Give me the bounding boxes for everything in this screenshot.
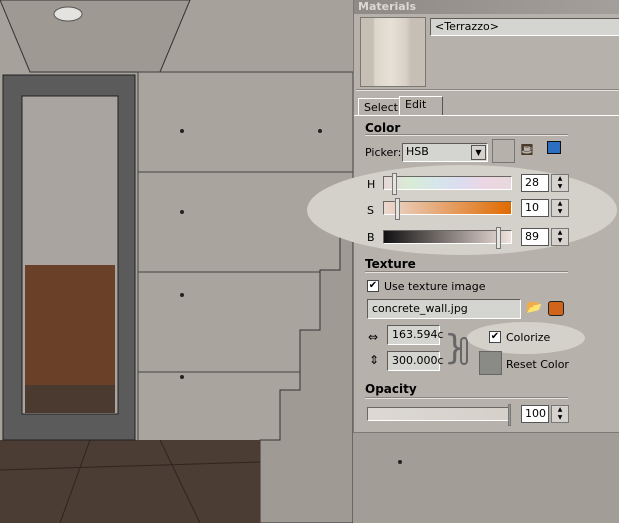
brightness-slider[interactable] <box>383 227 512 249</box>
colorize-checkbox[interactable]: ✔ <box>489 331 501 343</box>
hue-label: H <box>367 178 376 191</box>
hue-spinner[interactable]: ▲ ▼ <box>551 174 569 192</box>
brightness-spinner[interactable]: ▲ ▼ <box>551 228 569 246</box>
hue-slider[interactable] <box>383 173 512 195</box>
hue-slider-thumb[interactable] <box>392 173 397 195</box>
opacity-header: Opacity <box>365 382 417 396</box>
saturation-spinner[interactable]: ▲ ▼ <box>551 199 569 217</box>
material-preview-swatch[interactable] <box>360 17 426 87</box>
saturation-slider[interactable] <box>383 198 512 220</box>
saturation-slider-thumb[interactable] <box>395 198 400 220</box>
reset-color-button[interactable]: Reset Color <box>506 358 569 371</box>
match-screen-color-icon[interactable] <box>547 141 561 154</box>
current-color-swatch[interactable] <box>492 139 515 163</box>
use-texture-label: Use texture image <box>384 280 486 293</box>
tab-edit[interactable]: Edit <box>399 96 443 116</box>
use-texture-checkbox[interactable]: ✔ <box>367 280 379 292</box>
lock-aspect-chain-icon[interactable] <box>460 337 468 365</box>
height-arrows-icon: ⇕ <box>369 353 380 367</box>
picker-select[interactable]: HSB ▼ <box>402 143 488 162</box>
opacity-input[interactable]: 100 <box>521 405 549 423</box>
browse-folder-icon[interactable]: 📂 <box>526 300 542 315</box>
opacity-spinner[interactable]: ▲ ▼ <box>551 405 569 423</box>
chevron-down-icon[interactable]: ▼ <box>471 145 486 160</box>
edit-texture-icon[interactable] <box>548 301 564 316</box>
width-arrows-icon: ⇔ <box>368 330 379 344</box>
texture-height-input[interactable]: 300.000c <box>387 351 444 371</box>
picker-value: HSB <box>406 145 429 158</box>
reset-color-swatch[interactable] <box>479 351 502 375</box>
material-name-field[interactable]: <Terrazzo> <box>430 18 619 36</box>
colorize-label: Colorize <box>506 331 551 344</box>
opacity-slider-thumb[interactable] <box>508 404 511 426</box>
brightness-input[interactable]: 89 <box>521 228 549 246</box>
picker-label: Picker: <box>365 146 402 159</box>
texture-header: Texture <box>365 257 416 271</box>
color-header: Color <box>365 121 401 135</box>
opacity-slider[interactable] <box>367 404 511 426</box>
brightness-slider-thumb[interactable] <box>496 227 501 249</box>
texture-width-input[interactable]: 163.594c <box>387 325 444 345</box>
tab-select[interactable]: Select <box>358 98 404 115</box>
hue-input[interactable]: 28 <box>521 174 549 192</box>
brightness-label: B <box>367 231 375 244</box>
panel-title[interactable]: Materials <box>354 0 619 14</box>
sample-paint-icon[interactable]: ⛾ <box>520 140 534 162</box>
texture-filename-field[interactable]: concrete_wall.jpg <box>367 299 521 319</box>
saturation-label: S <box>367 204 374 217</box>
saturation-input[interactable]: 10 <box>521 199 549 217</box>
materials-panel: Materials <Terrazzo> Select Edit Color P… <box>307 0 619 433</box>
